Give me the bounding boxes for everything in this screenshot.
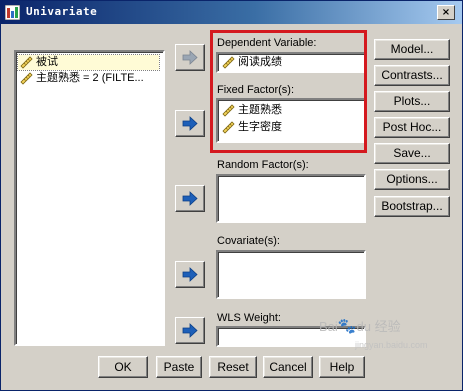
title-bar: Univariate ×: [1, 1, 462, 24]
baidu-watermark: Bai🐾du 经验 jingyan.baidu.com: [319, 316, 428, 350]
arrow-right-icon: [182, 116, 198, 131]
move-to-random-button[interactable]: [175, 185, 205, 212]
move-to-wls-button[interactable]: [175, 317, 205, 344]
covariates-label: Covariate(s):: [217, 235, 280, 247]
contrasts-button[interactable]: Contrasts...: [374, 65, 450, 86]
watermark-suffix: 经验: [374, 319, 401, 334]
post-hoc-button[interactable]: Post Hoc...: [374, 117, 450, 138]
arrow-right-icon: [182, 323, 198, 338]
move-to-fixed-button[interactable]: [175, 110, 205, 137]
paw-icon: 🐾: [337, 318, 357, 335]
watermark-url: jingyan.baidu.com: [355, 340, 428, 350]
window-title: Univariate: [26, 5, 98, 18]
help-button[interactable]: Help: [319, 356, 365, 378]
arrow-right-icon: [182, 267, 198, 282]
scale-ruler-icon: [20, 56, 33, 69]
bootstrap-button[interactable]: Bootstrap...: [374, 196, 450, 217]
watermark-text: du: [356, 319, 371, 334]
save-button[interactable]: Save...: [374, 143, 450, 164]
close-icon: ×: [441, 7, 451, 18]
list-item[interactable]: 被试: [17, 54, 160, 71]
plots-button[interactable]: Plots...: [374, 91, 450, 112]
wls-weight-label: WLS Weight:: [217, 312, 281, 324]
options-button[interactable]: Options...: [374, 169, 450, 190]
move-to-covariate-button[interactable]: [175, 261, 205, 288]
variable-list[interactable]: 被试 主题熟悉 = 2 (FILTE...: [14, 50, 165, 346]
list-item[interactable]: 主题熟悉 = 2 (FILTE...: [18, 71, 159, 86]
covariates-list[interactable]: [216, 250, 366, 299]
app-icon: [5, 5, 20, 20]
univariate-dialog: Univariate × 被试 主题熟悉 = 2 (FILTE... Depen…: [0, 0, 463, 391]
arrow-right-icon: [182, 50, 198, 65]
random-factors-label: Random Factor(s):: [217, 159, 309, 171]
variable-label: 主题熟悉 = 2 (FILTE...: [36, 72, 144, 84]
random-factors-list[interactable]: [216, 174, 366, 223]
close-button[interactable]: ×: [437, 5, 455, 20]
watermark-text: Bai: [319, 319, 338, 334]
ok-button[interactable]: OK: [98, 356, 148, 378]
variable-label: 被试: [36, 56, 58, 68]
model-button[interactable]: Model...: [374, 39, 450, 60]
paste-button[interactable]: Paste: [156, 356, 202, 378]
reset-button[interactable]: Reset: [209, 356, 257, 378]
scale-ruler-icon: [20, 72, 33, 85]
cancel-button[interactable]: Cancel: [263, 356, 313, 378]
arrow-right-icon: [182, 191, 198, 206]
move-to-dependent-button[interactable]: [175, 44, 205, 71]
highlight-box: [210, 30, 367, 153]
